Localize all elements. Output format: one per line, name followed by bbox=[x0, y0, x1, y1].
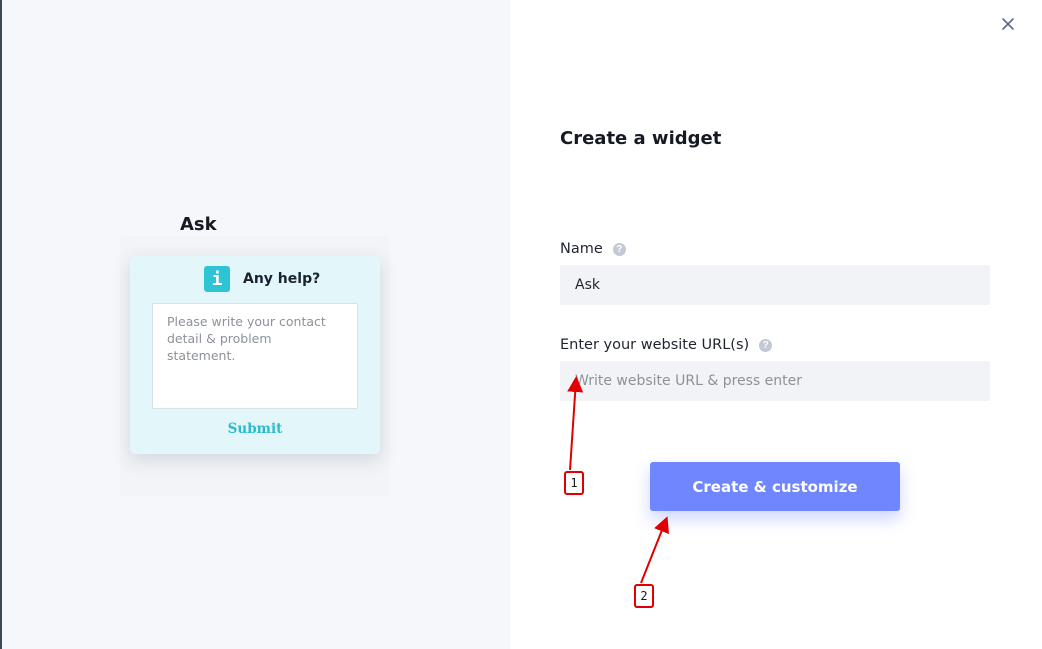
url-label: Enter your website URL(s) bbox=[560, 337, 750, 353]
widget-preview-card: i Any help? Submit bbox=[130, 256, 380, 454]
create-customize-button[interactable]: Create & customize bbox=[650, 462, 900, 511]
card-header: i Any help? bbox=[204, 266, 320, 292]
card-title: Any help? bbox=[243, 271, 321, 287]
form-heading: Create a widget bbox=[560, 128, 722, 149]
preview-panel: Ask i Any help? Submit bbox=[2, 0, 510, 649]
submit-button[interactable]: Submit bbox=[130, 420, 380, 438]
step-badge-1: 1 bbox=[564, 471, 584, 495]
preview-title: Ask bbox=[180, 214, 217, 235]
contact-textarea[interactable] bbox=[152, 303, 358, 409]
annotation-arrow-2 bbox=[640, 516, 670, 584]
website-url-input[interactable] bbox=[560, 361, 990, 401]
name-input[interactable] bbox=[560, 265, 990, 305]
url-label-row: Enter your website URL(s) ? bbox=[560, 337, 773, 353]
info-icon: i bbox=[204, 266, 230, 292]
close-button[interactable] bbox=[996, 12, 1020, 36]
close-icon bbox=[1002, 18, 1014, 30]
step-badge-2: 2 bbox=[634, 584, 654, 608]
name-label-row: Name ? bbox=[560, 241, 626, 257]
help-icon[interactable]: ? bbox=[759, 338, 773, 352]
help-icon[interactable]: ? bbox=[612, 242, 626, 256]
name-label: Name bbox=[560, 241, 603, 257]
